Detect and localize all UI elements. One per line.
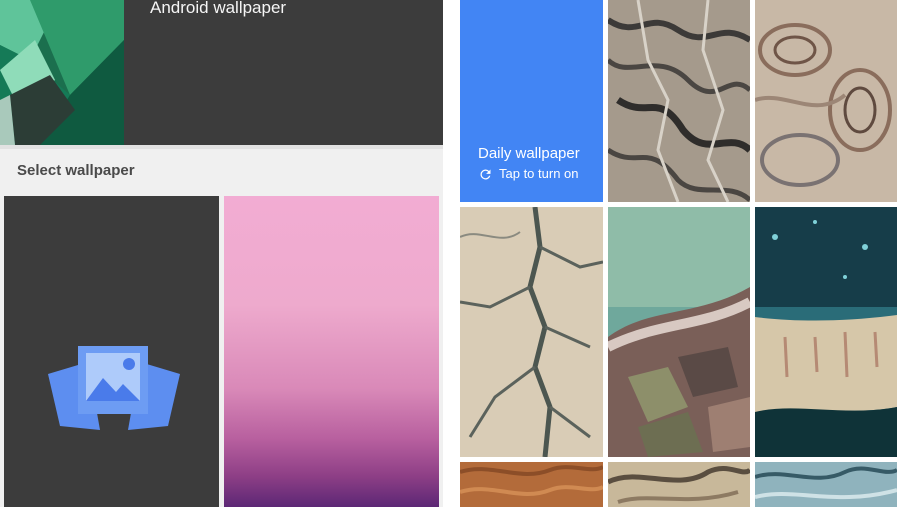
daily-wallpaper-tile[interactable]: Daily wallpaper Tap to turn on [460, 0, 603, 202]
daily-wallpaper-title: Daily wallpaper [478, 145, 580, 162]
satellite-wallpaper-sand-rocks[interactable] [608, 462, 750, 507]
divider [0, 145, 443, 149]
daily-wallpaper-subtitle: Tap to turn on [499, 166, 579, 181]
satellite-wallpaper-riverbed[interactable] [460, 207, 603, 457]
satellite-wallpaper-salt-fields[interactable] [608, 207, 750, 457]
refresh-icon [480, 168, 491, 179]
current-wallpaper-title: Android wallpaper [150, 0, 287, 17]
current-wallpaper-header[interactable]: Android wallpaper [0, 0, 443, 145]
current-wallpaper-thumbnail[interactable] [0, 0, 124, 145]
satellite-wallpaper-dunes[interactable] [460, 462, 603, 507]
separator [443, 0, 460, 507]
gradient-wallpaper-tile[interactable] [224, 196, 439, 507]
section-title: Select wallpaper [17, 162, 135, 179]
gallery-icon [48, 344, 180, 439]
satellite-wallpaper-swirls[interactable] [755, 0, 897, 202]
satellite-wallpaper-canyons[interactable] [608, 0, 750, 202]
pick-image-tile[interactable] [4, 196, 219, 507]
satellite-wallpaper-blue-terrain[interactable] [755, 462, 897, 507]
wallpaper-picker-screen: Android wallpaper Select wallpaper [0, 0, 443, 507]
satellite-wallpaper-coast-aerial[interactable] [755, 207, 897, 457]
wallpaper-category-screen: Daily wallpaper Tap to turn on [460, 0, 900, 507]
